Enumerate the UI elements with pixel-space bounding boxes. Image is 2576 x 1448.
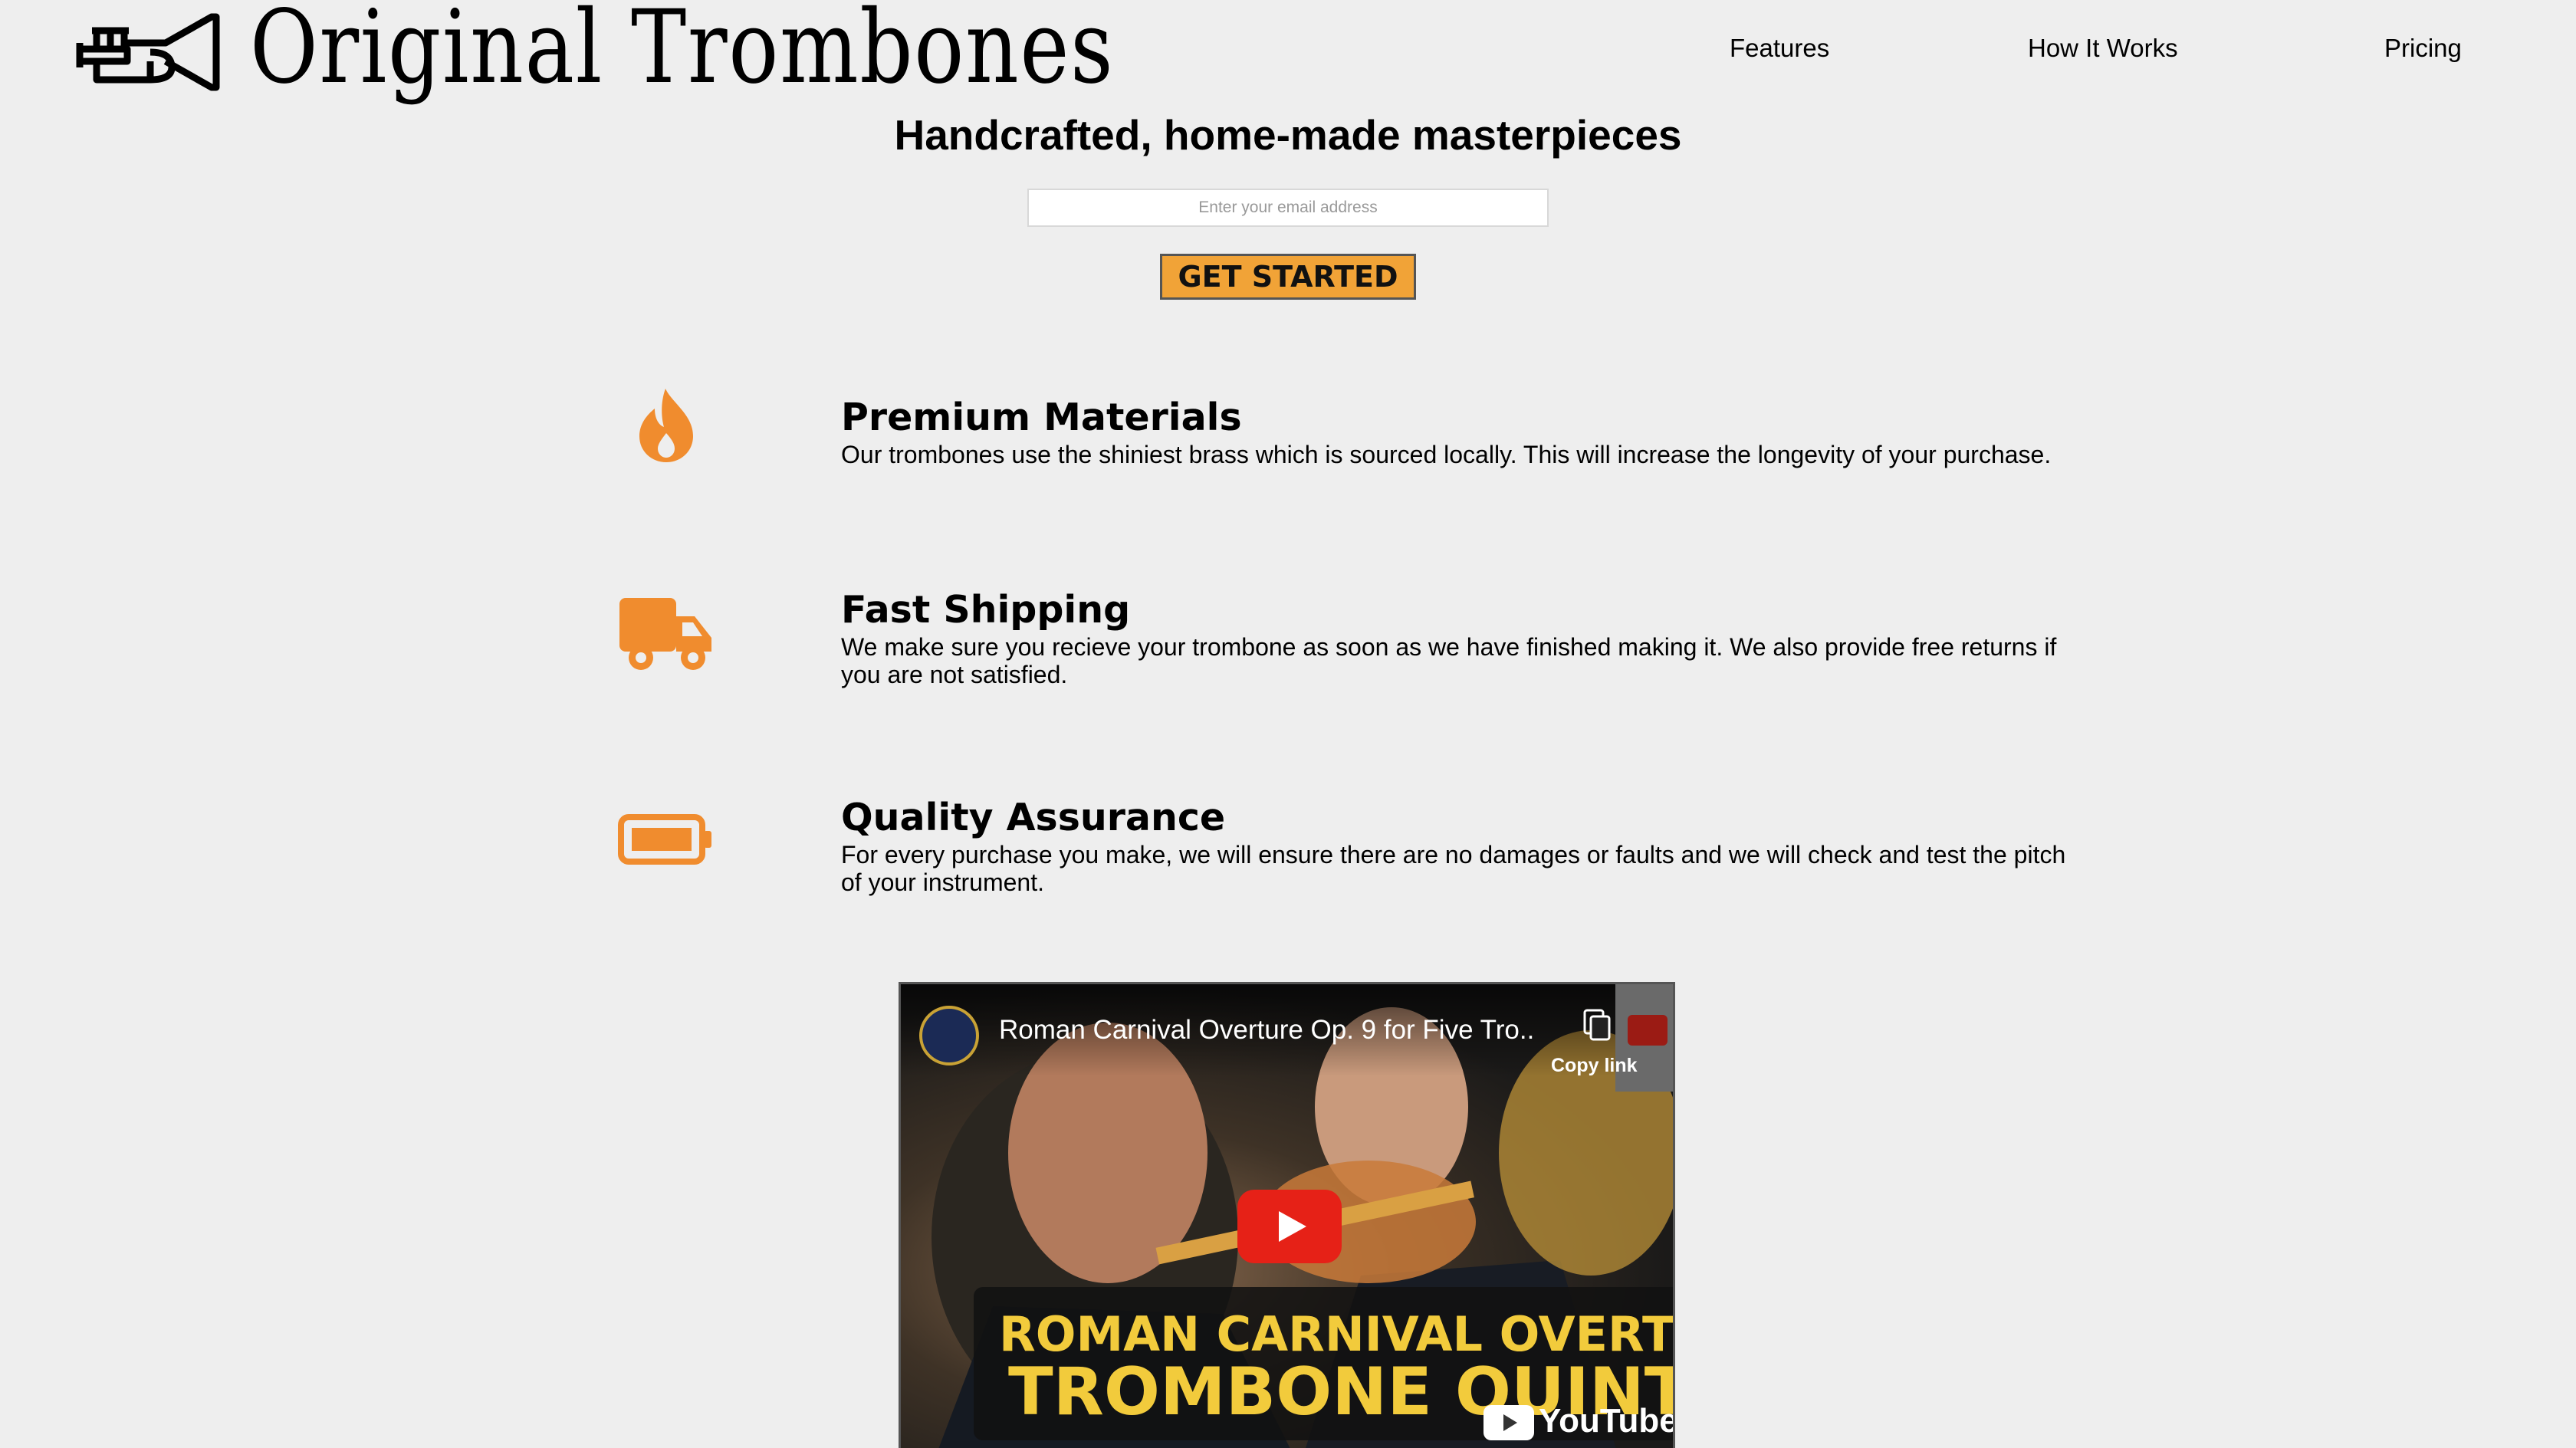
play-button[interactable] — [1237, 1190, 1342, 1263]
feature-description: For every purchase you make, we will ens… — [841, 841, 2066, 896]
get-started-button[interactable]: GET STARTED — [1160, 254, 1416, 300]
nav-how-it-works-link[interactable]: How It Works — [2028, 34, 2178, 63]
copy-icon[interactable] — [1582, 1007, 1612, 1042]
truck-icon — [619, 598, 711, 670]
trumpet-logo-icon — [76, 13, 220, 91]
feature-title: Premium Materials — [841, 396, 1242, 439]
youtube-logo[interactable]: YouTube — [1484, 1402, 1675, 1441]
feature-description: Our trombones use the shiniest brass whi… — [841, 441, 2052, 468]
copy-link-label[interactable]: Copy link — [1551, 1055, 1638, 1077]
email-input[interactable] — [1027, 189, 1549, 227]
feature-description: We make sure you recieve your trombone a… — [841, 633, 2057, 688]
youtube-corner-icon[interactable] — [1628, 1015, 1668, 1046]
feature-title: Quality Assurance — [841, 796, 1226, 839]
brand-name: Original Trombones — [250, 0, 1115, 107]
nav-features-link[interactable]: Features — [1730, 34, 1829, 63]
hero-title: Handcrafted, home-made masterpieces — [894, 111, 1682, 159]
video-embed[interactable]: Roman Carnival Overture Op. 9 for Five T… — [899, 982, 1675, 1448]
youtube-play-icon — [1484, 1405, 1534, 1441]
youtube-logo-text: YouTube — [1539, 1402, 1675, 1440]
channel-avatar[interactable] — [919, 1006, 979, 1065]
video-title[interactable]: Roman Carnival Overture Op. 9 for Five T… — [999, 1015, 1536, 1046]
landing-page: Original Trombones Features How It Works… — [0, 0, 2576, 1448]
fire-icon — [639, 389, 693, 462]
battery-icon — [618, 814, 711, 865]
nav-pricing-link[interactable]: Pricing — [2384, 34, 2462, 63]
feature-title: Fast Shipping — [841, 588, 1131, 632]
